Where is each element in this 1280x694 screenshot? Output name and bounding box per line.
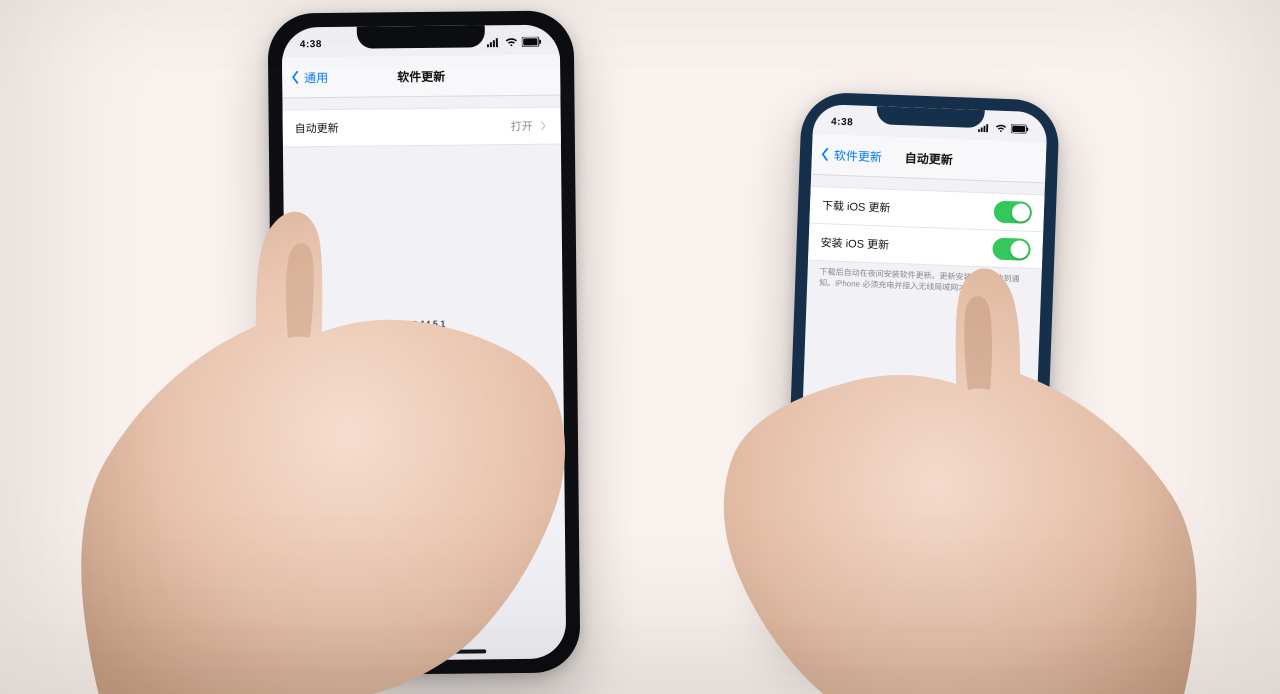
row-label: 下载 iOS 更新: [822, 197, 891, 215]
page-title: 软件更新: [397, 67, 445, 85]
battery-icon: [1011, 124, 1029, 134]
wifi-icon: [505, 37, 518, 47]
toggle-on-icon[interactable]: [992, 238, 1031, 261]
toggle-on-icon[interactable]: [994, 201, 1033, 224]
phone-right-screen: 4:38 软件更新 自动更新 下载 iOS 更新: [794, 104, 1047, 640]
signal-icon: [487, 37, 501, 47]
settings-list: 下载 iOS 更新 安装 iOS 更新 下载后自动在夜间安装软件更新。更新安装前…: [807, 186, 1045, 297]
row-value: 打开: [511, 118, 549, 134]
phone-right: 4:38 软件更新 自动更新 下载 iOS 更新: [782, 91, 1060, 652]
stage: 4:38 通用 软件更新 自动更新 打开: [0, 0, 1280, 694]
back-label: 软件更新: [834, 146, 883, 165]
home-indicator-icon: [864, 624, 960, 632]
update-status-text: iOS 已是最新版本: [285, 331, 563, 347]
ios-version: iOS 14.5.1: [285, 316, 563, 332]
auto-update-row[interactable]: 自动更新 打开: [283, 107, 561, 148]
update-status: iOS 14.5.1 iOS 已是最新版本: [285, 316, 563, 346]
vignette-icon: [0, 0, 1280, 694]
back-button[interactable]: 通用: [288, 57, 328, 97]
settings-list: 自动更新 打开: [283, 107, 561, 148]
row-value-text: 打开: [511, 118, 533, 134]
back-label: 通用: [304, 68, 328, 85]
wifi-icon: [995, 123, 1007, 132]
status-icons: [978, 122, 1029, 133]
home-indicator-icon: [368, 649, 486, 654]
status-time: 4:38: [300, 39, 322, 50]
back-button[interactable]: 软件更新: [817, 134, 882, 176]
phone-left-screen: 4:38 通用 软件更新 自动更新 打开: [282, 25, 567, 662]
chevron-right-icon: [539, 121, 549, 131]
status-time: 4:38: [831, 116, 853, 128]
signal-icon: [978, 122, 991, 131]
chevron-left-icon: [288, 70, 302, 84]
nav-bar: 通用 软件更新: [282, 55, 560, 99]
status-icons: [487, 37, 542, 48]
notch-icon: [357, 25, 485, 48]
row-label: 自动更新: [295, 120, 339, 136]
phone-left: 4:38 通用 软件更新 自动更新 打开: [268, 10, 581, 675]
battery-icon: [522, 37, 542, 47]
chevron-left-icon: [818, 147, 833, 162]
page-title: 自动更新: [905, 149, 954, 168]
row-label: 安装 iOS 更新: [820, 234, 889, 252]
